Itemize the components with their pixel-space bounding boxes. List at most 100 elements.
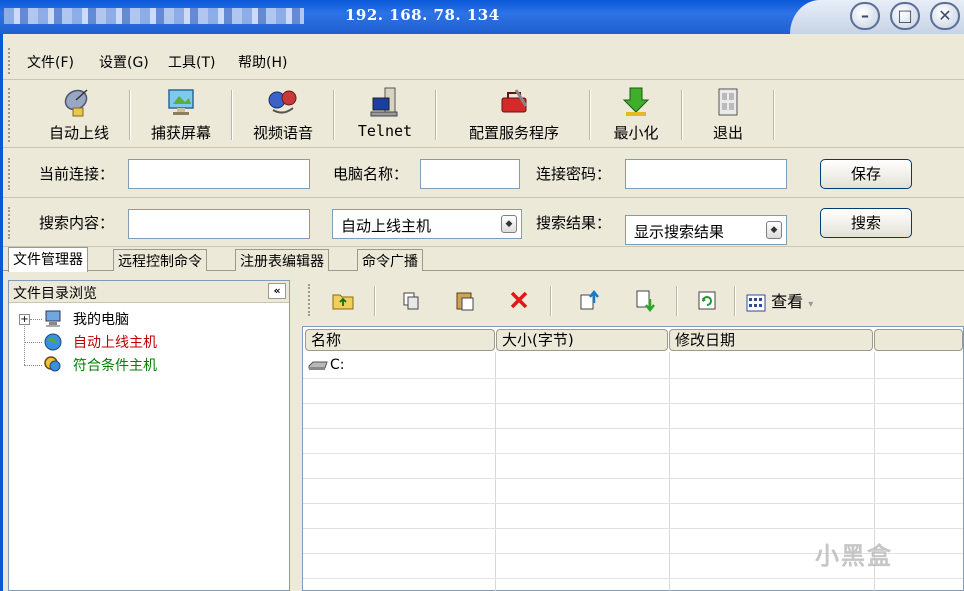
menu-help[interactable]: 帮助(H)	[238, 52, 287, 72]
row-grip[interactable]	[8, 158, 12, 190]
capture-screen-button[interactable]: 捕获屏幕	[135, 84, 227, 146]
connection-password-field[interactable]	[625, 159, 787, 189]
video-voice-button[interactable]: 视频语音	[237, 84, 329, 146]
current-connection-field[interactable]	[128, 159, 310, 189]
tree-line	[24, 321, 25, 365]
minimize-button[interactable]: –	[850, 2, 880, 30]
toolbar-separator	[773, 90, 775, 140]
main-toolbar: 自动上线 捕获屏幕 视频语音 Telnet 配置服务程序 最小化 退出	[3, 82, 964, 148]
grid-line	[495, 352, 496, 591]
blurred-app-name	[4, 8, 304, 24]
column-header-extra[interactable]	[874, 329, 963, 351]
view-label: 查看	[771, 292, 804, 311]
copy-icon	[403, 292, 419, 310]
telnet-label: Telnet	[357, 122, 413, 140]
maximize-button[interactable]: □	[890, 2, 920, 30]
up-folder-button[interactable]	[328, 285, 358, 315]
close-button[interactable]: ✕	[930, 2, 960, 30]
terminal-computer-icon	[370, 87, 398, 117]
grid-view-icon	[746, 294, 766, 311]
expand-icon[interactable]: +	[19, 314, 30, 325]
download-button[interactable]	[630, 285, 660, 315]
row-grip[interactable]	[8, 207, 12, 239]
toolbar-separator	[333, 90, 335, 140]
configure-service-label: 配置服务程序	[468, 124, 559, 142]
search-row: 搜索内容： 自动上线主机 ◆ 搜索结果： 显示搜索结果 ◆ 搜索	[3, 199, 964, 247]
menu-file[interactable]: 文件(F)	[27, 52, 74, 72]
grid-line	[303, 503, 963, 504]
search-button[interactable]: 搜索	[820, 208, 912, 238]
close-icon: ✕	[938, 6, 952, 25]
toolbar-separator	[435, 90, 437, 140]
connection-password-label: 连接密码：	[536, 165, 612, 183]
auto-online-label: 自动上线	[48, 124, 109, 142]
grid-line	[303, 528, 963, 529]
watermark-logo: 小黑盒	[815, 542, 893, 570]
directory-tree-title: 文件目录浏览	[13, 286, 97, 302]
minimize-icon: –	[861, 6, 869, 25]
magnifier-icon	[44, 356, 61, 372]
video-voice-label: 视频语音	[252, 124, 313, 142]
paste-button[interactable]	[450, 285, 480, 315]
minimize-app-button[interactable]: 最小化	[595, 84, 677, 146]
toolbar-separator	[129, 90, 131, 140]
file-toolbar-grip[interactable]	[308, 284, 312, 316]
download-icon	[636, 290, 655, 313]
capture-screen-label: 捕获屏幕	[150, 124, 211, 142]
paste-icon	[456, 292, 474, 311]
table-row[interactable]: C:	[303, 354, 963, 378]
tab-file-manager[interactable]: 文件管理器	[8, 247, 88, 272]
exit-label: 退出	[712, 124, 743, 142]
configure-service-button[interactable]: 配置服务程序	[443, 84, 585, 146]
window-title: 192. 168. 78. 134	[345, 6, 500, 24]
collapse-panel-button[interactable]: «	[268, 283, 286, 299]
tab-command-broadcast[interactable]: 命令广播	[357, 249, 423, 271]
exit-button[interactable]: 退出	[687, 84, 769, 146]
search-content-field[interactable]	[128, 209, 310, 239]
column-header-size[interactable]: 大小(字节)	[496, 329, 668, 351]
copy-button[interactable]	[396, 285, 426, 315]
host-type-select[interactable]: 自动上线主机 ◆	[332, 209, 522, 239]
delete-button[interactable]	[504, 285, 534, 315]
toolbox-icon	[501, 89, 528, 113]
screen-capture-icon	[168, 89, 194, 115]
search-result-value: 显示搜索结果	[634, 223, 725, 241]
telnet-button[interactable]: Telnet	[339, 84, 431, 146]
view-menu-button[interactable]: 查看 ▾	[746, 288, 813, 312]
maximize-icon: □	[897, 6, 913, 25]
refresh-icon	[698, 291, 716, 310]
menu-grip[interactable]	[8, 48, 12, 74]
title-bar-controls: – □ ✕	[790, 0, 964, 34]
globe-icon	[44, 333, 62, 351]
dropdown-arrow-icon[interactable]: ◆	[501, 215, 517, 233]
grid-line	[303, 478, 963, 479]
panel-splitter[interactable]	[292, 275, 302, 591]
tab-bar: 文件管理器 远程控制命令 注册表编辑器 命令广播	[3, 247, 964, 272]
search-result-select[interactable]: 显示搜索结果 ◆	[625, 215, 787, 245]
toolbar-separator	[681, 90, 683, 140]
minimize-app-label: 最小化	[613, 124, 659, 142]
pc-name-field[interactable]	[420, 159, 520, 189]
upload-button[interactable]	[574, 285, 604, 315]
menu-settings[interactable]: 设置(G)	[99, 52, 149, 72]
tree-item-label: 我的电脑	[73, 312, 129, 328]
save-button[interactable]: 保存	[820, 159, 912, 189]
search-result-label: 搜索结果：	[536, 214, 612, 232]
menu-tools[interactable]: 工具(T)	[168, 52, 215, 72]
tab-remote-control[interactable]: 远程控制命令	[113, 249, 207, 271]
refresh-button[interactable]	[692, 285, 722, 315]
auto-online-button[interactable]: 自动上线	[33, 84, 125, 146]
dropdown-arrow-icon[interactable]: ◆	[766, 221, 782, 239]
tab-registry-editor[interactable]: 注册表编辑器	[235, 249, 329, 271]
directory-tree-panel: 文件目录浏览 « + 我的电脑 自动上线主机 符合条件主机	[8, 280, 290, 591]
tree-line	[30, 319, 42, 320]
grid-line	[303, 403, 963, 404]
column-header-name[interactable]: 名称	[305, 329, 495, 351]
grid-line	[303, 428, 963, 429]
toolbar-grip[interactable]	[8, 88, 12, 142]
computer-icon	[45, 310, 61, 327]
upload-icon	[580, 289, 599, 310]
column-header-date[interactable]: 修改日期	[669, 329, 873, 351]
hard-drive-icon	[308, 361, 328, 370]
up-folder-icon	[332, 294, 354, 310]
